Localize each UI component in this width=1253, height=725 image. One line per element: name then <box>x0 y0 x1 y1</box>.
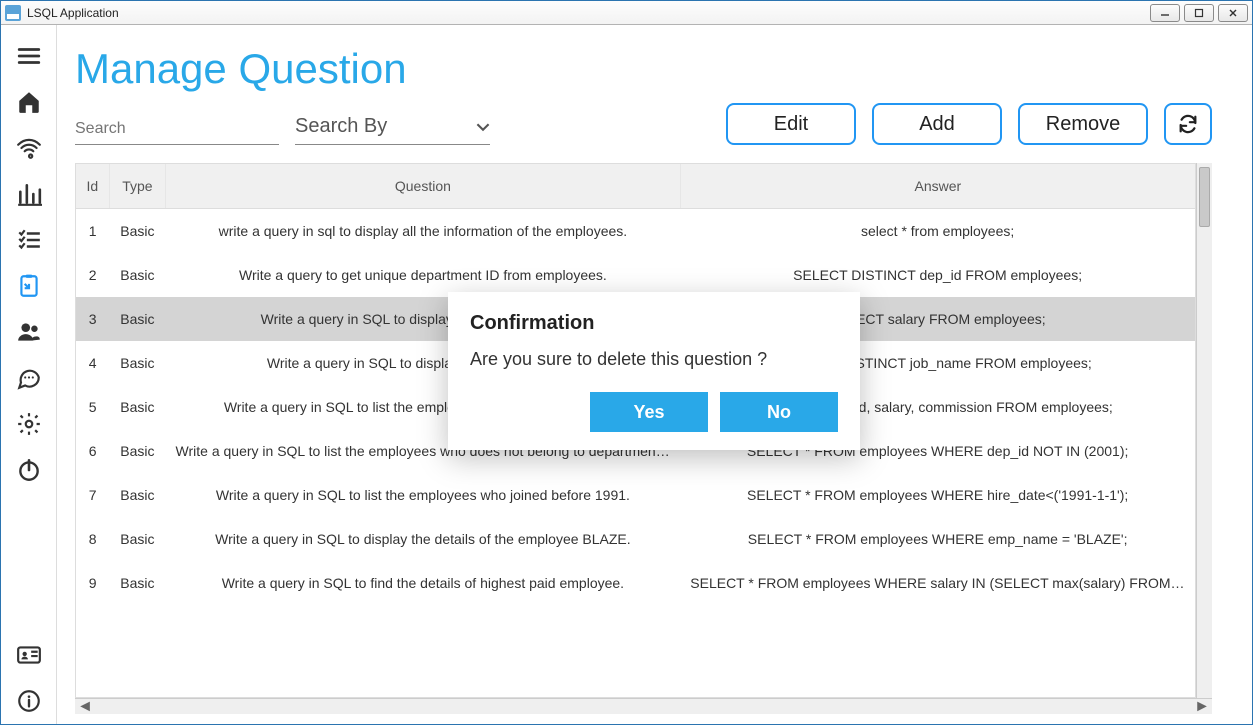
refresh-button[interactable] <box>1164 103 1212 145</box>
minimize-button[interactable] <box>1150 4 1180 22</box>
sidebar-item-users[interactable] <box>1 309 57 355</box>
table-row[interactable]: 2BasicWrite a query to get unique depart… <box>76 253 1195 297</box>
sidebar-item-tasks[interactable] <box>1 217 57 263</box>
sidebar-item-questions[interactable] <box>1 263 57 309</box>
question-cell: Write a query in SQL to list the employe… <box>166 473 681 517</box>
id-cell: 4 <box>76 341 109 385</box>
answer-cell: SELECT * FROM employees WHERE salary IN … <box>680 561 1195 605</box>
confirmation-dialog: Confirmation Are you sure to delete this… <box>448 292 860 450</box>
dialog-no-button[interactable]: No <box>720 392 838 432</box>
close-button[interactable] <box>1218 4 1248 22</box>
answer-cell: SELECT * FROM employees WHERE emp_name =… <box>680 517 1195 561</box>
sidebar-item-settings[interactable] <box>1 401 57 447</box>
answer-cell: SELECT * FROM employees WHERE hire_date<… <box>680 473 1195 517</box>
type-cell: Basic <box>109 385 165 429</box>
question-cell: write a query in sql to display all the … <box>166 209 681 254</box>
answer-cell: select * from employees; <box>680 209 1195 254</box>
id-cell: 3 <box>76 297 109 341</box>
sidebar-item-card[interactable] <box>1 632 57 678</box>
edit-button[interactable]: Edit <box>726 103 856 145</box>
checklist-icon <box>16 227 42 253</box>
id-cell: 1 <box>76 209 109 254</box>
scroll-left-button[interactable]: ◄ <box>77 701 93 713</box>
table-row[interactable]: 8BasicWrite a query in SQL to display th… <box>76 517 1195 561</box>
sidebar-item-power[interactable] <box>1 447 57 493</box>
bar-chart-icon <box>16 181 42 207</box>
sidebar-item-home[interactable] <box>1 79 57 125</box>
type-cell: Basic <box>109 209 165 254</box>
sidebar-item-info[interactable] <box>1 678 57 724</box>
wifi-icon <box>16 135 42 161</box>
scroll-right-button[interactable]: ► <box>1194 701 1210 713</box>
id-cell: 7 <box>76 473 109 517</box>
sidebar-menu-toggle[interactable] <box>1 33 57 79</box>
toolbar: Search By Edit Add Remove <box>75 103 1212 145</box>
dialog-yes-button[interactable]: Yes <box>590 392 708 432</box>
id-cell: 5 <box>76 385 109 429</box>
type-cell: Basic <box>109 429 165 473</box>
titlebar[interactable]: LSQL Application <box>1 1 1252 25</box>
hamburger-icon <box>16 43 42 69</box>
sidebar-item-stats[interactable] <box>1 171 57 217</box>
gear-icon <box>16 411 42 437</box>
vertical-scrollbar[interactable] <box>1196 163 1212 698</box>
type-cell: Basic <box>109 517 165 561</box>
table-row[interactable]: 1Basicwrite a query in sql to display al… <box>76 209 1195 254</box>
maximize-button[interactable] <box>1184 4 1214 22</box>
horizontal-scrollbar[interactable]: ◄ ► <box>75 698 1212 714</box>
sidebar-item-wifi[interactable] <box>1 125 57 171</box>
id-cell: 6 <box>76 429 109 473</box>
close-icon <box>1228 8 1238 18</box>
col-header-id[interactable]: Id <box>76 164 109 209</box>
users-icon <box>16 319 42 345</box>
chat-icon <box>16 365 42 391</box>
power-icon <box>16 457 42 483</box>
page-title: Manage Question <box>75 45 1212 93</box>
question-cell: Write a query in SQL to find the details… <box>166 561 681 605</box>
sidebar <box>1 25 57 724</box>
type-cell: Basic <box>109 297 165 341</box>
add-button[interactable]: Add <box>872 103 1002 145</box>
remove-button[interactable]: Remove <box>1018 103 1148 145</box>
type-cell: Basic <box>109 473 165 517</box>
scrollbar-thumb[interactable] <box>1199 167 1210 227</box>
col-header-question[interactable]: Question <box>166 164 681 209</box>
question-cell: Write a query to get unique department I… <box>166 253 681 297</box>
dialog-message: Are you sure to delete this question ? <box>470 349 838 370</box>
info-icon <box>16 688 42 714</box>
search-by-label: Search By <box>295 115 387 138</box>
refresh-icon <box>1177 113 1199 135</box>
window-title: LSQL Application <box>27 6 119 20</box>
app-icon <box>5 5 21 21</box>
sidebar-item-chat[interactable] <box>1 355 57 401</box>
search-by-dropdown[interactable]: Search By <box>295 113 490 145</box>
clipboard-icon <box>16 273 42 299</box>
col-header-answer[interactable]: Answer <box>680 164 1195 209</box>
type-cell: Basic <box>109 561 165 605</box>
id-cell: 8 <box>76 517 109 561</box>
answer-cell: SELECT DISTINCT dep_id FROM employees; <box>680 253 1195 297</box>
id-cell: 9 <box>76 561 109 605</box>
type-cell: Basic <box>109 341 165 385</box>
search-input[interactable] <box>75 116 279 145</box>
app-window: LSQL Application <box>0 0 1253 725</box>
id-cell: 2 <box>76 253 109 297</box>
table-row[interactable]: 7BasicWrite a query in SQL to list the e… <box>76 473 1195 517</box>
dialog-title: Confirmation <box>470 312 838 335</box>
col-header-type[interactable]: Type <box>109 164 165 209</box>
maximize-icon <box>1194 8 1204 18</box>
table-row[interactable]: 9BasicWrite a query in SQL to find the d… <box>76 561 1195 605</box>
minimize-icon <box>1160 8 1170 18</box>
id-card-icon <box>16 642 42 668</box>
home-icon <box>16 89 42 115</box>
type-cell: Basic <box>109 253 165 297</box>
chevron-down-icon <box>476 120 490 134</box>
question-cell: Write a query in SQL to display the deta… <box>166 517 681 561</box>
